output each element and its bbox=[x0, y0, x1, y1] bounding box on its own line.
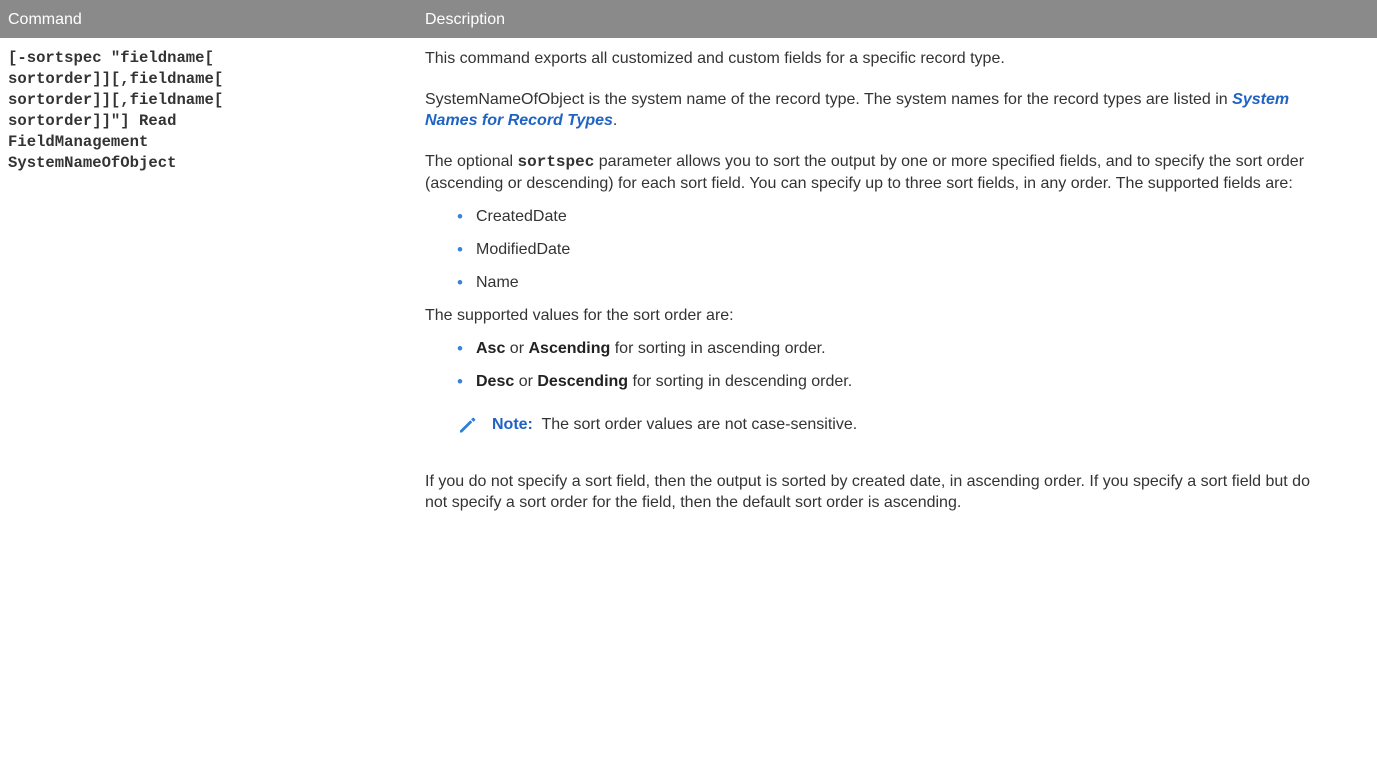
command-line: sortorder]]"] Read bbox=[8, 112, 177, 130]
header-command: Command bbox=[8, 11, 82, 28]
value-or: or bbox=[514, 373, 538, 390]
values-paragraph: The supported values for the sort order … bbox=[425, 307, 734, 324]
description-cell: This command exports all customized and … bbox=[425, 48, 1335, 513]
header-description: Description bbox=[425, 11, 506, 28]
sortspec-text-before: The optional bbox=[425, 153, 518, 170]
bullet-icon: • bbox=[457, 240, 463, 259]
supported-fields-list: • CreatedDate • ModifiedDate • Name bbox=[425, 206, 1335, 293]
command-line: sortorder]][,fieldname[ bbox=[8, 91, 224, 109]
command-line: [-sortspec "fieldname[ bbox=[8, 49, 214, 67]
list-item: • ModifiedDate bbox=[457, 239, 1335, 260]
note-box: Note: The sort order values are not case… bbox=[457, 412, 1335, 438]
bullet-icon: • bbox=[457, 372, 463, 391]
field-name: Name bbox=[476, 274, 519, 291]
field-name: ModifiedDate bbox=[476, 241, 571, 258]
system-name-text: SystemNameOfObject is the system name of… bbox=[425, 91, 1233, 108]
intro-paragraph: This command exports all customized and … bbox=[425, 50, 1005, 67]
note-label: Note: bbox=[492, 416, 533, 433]
value-short: Desc bbox=[476, 373, 515, 390]
pencil-icon bbox=[460, 417, 476, 433]
command-line: SystemNameOfObject bbox=[8, 154, 177, 172]
value-long: Descending bbox=[537, 373, 629, 390]
bullet-icon: • bbox=[457, 273, 463, 292]
bullet-icon: • bbox=[457, 339, 463, 358]
command-cell: [-sortspec "fieldname[ sortorder]][,fiel… bbox=[8, 48, 368, 174]
field-name: CreatedDate bbox=[476, 208, 567, 225]
bullet-icon: • bbox=[457, 207, 463, 226]
command-line: FieldManagement bbox=[8, 133, 149, 151]
command-line: sortorder]][,fieldname[ bbox=[8, 70, 224, 88]
closing-paragraph: If you do not specify a sort field, then… bbox=[425, 473, 1310, 511]
note-text: The sort order values are not case-sensi… bbox=[532, 416, 858, 433]
value-desc: for sorting in descending order. bbox=[628, 373, 853, 390]
value-long: Ascending bbox=[528, 340, 611, 357]
sortspec-param: sortspec bbox=[517, 153, 595, 171]
list-item: • CreatedDate bbox=[457, 206, 1335, 227]
value-or: or bbox=[505, 340, 529, 357]
list-item: • Desc or Descending for sorting in desce… bbox=[457, 371, 1335, 392]
value-short: Asc bbox=[476, 340, 506, 357]
list-item: • Name bbox=[457, 272, 1335, 293]
table-header: Command Description bbox=[0, 0, 1377, 38]
sort-values-list: • Asc or Ascending for sorting in ascendi… bbox=[425, 338, 1335, 392]
value-desc: for sorting in ascending order. bbox=[610, 340, 826, 357]
system-name-end: . bbox=[612, 112, 618, 129]
sortspec-paragraph: The optional sortspec parameter allows y… bbox=[425, 151, 1335, 194]
list-item: • Asc or Ascending for sorting in ascendi… bbox=[457, 338, 1335, 359]
system-name-paragraph: SystemNameOfObject is the system name of… bbox=[425, 89, 1335, 131]
